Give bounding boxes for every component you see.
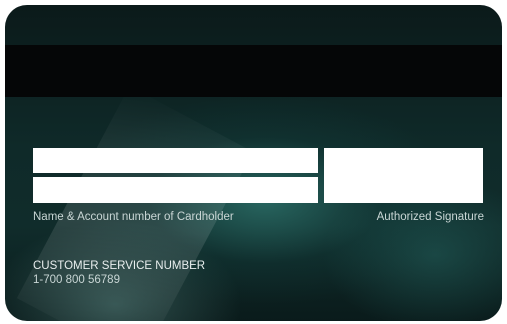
customer-service-number: 1-700 800 56789 — [33, 274, 120, 286]
magnetic-stripe — [5, 45, 502, 97]
signature-panel — [324, 148, 483, 203]
signature-label: Authorized Signature — [376, 211, 484, 223]
cardholder-account-field — [33, 177, 318, 203]
customer-service-title: CUSTOMER SERVICE NUMBER — [33, 260, 206, 272]
cardholder-name-field — [33, 148, 318, 173]
card-back: Name & Account number of Cardholder Auth… — [5, 5, 502, 321]
cardholder-label: Name & Account number of Cardholder — [33, 211, 234, 223]
